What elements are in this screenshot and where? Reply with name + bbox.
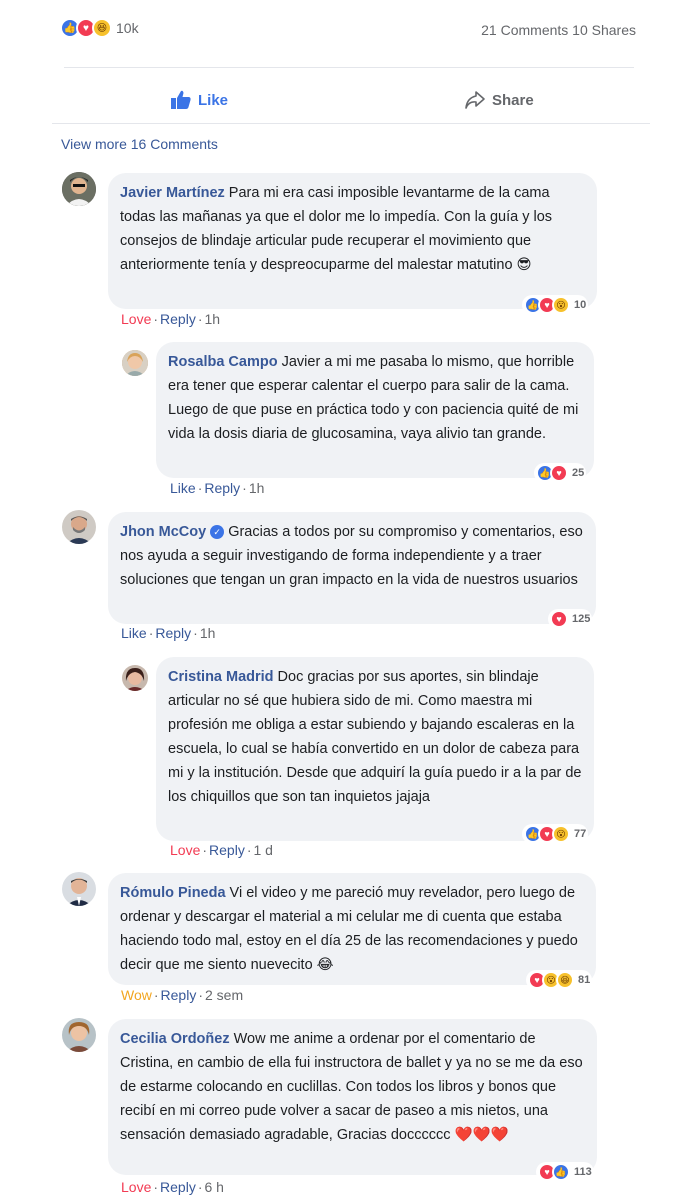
verified-badge-icon: ✓ [210,525,225,539]
reply-link[interactable]: Reply [155,625,191,641]
reaction-count: 81 [578,974,591,986]
timestamp[interactable]: 6 h [205,1179,224,1195]
comment-bubble: Javier Martínez Para mi era casi imposibl… [108,173,597,309]
reply-link[interactable]: Reply [209,842,245,858]
share-arrow-icon [465,91,485,109]
like-button-label: Like [198,91,229,109]
comment-actions: Love · Reply · 1 d [170,842,273,858]
comment-text: Wow me anime a ordenar por el comentario… [120,1031,583,1143]
avatar[interactable] [62,510,96,544]
comment-author[interactable]: Rómulo Pineda [120,885,226,901]
divider [52,123,650,124]
wow-reaction-icon: 😮 [552,296,570,314]
comment-reactions[interactable]: ♥ 👍 113 [536,1162,594,1182]
reaction-link[interactable]: Like [170,480,196,496]
avatar[interactable] [122,665,148,691]
timestamp[interactable]: 2 sem [205,987,243,1003]
comment-reactions[interactable]: 👍 ♥ 😮 10 [522,295,589,315]
comment-author[interactable]: Javier Martínez [120,185,225,201]
divider [64,67,634,68]
comments-shares-count[interactable]: 21 Comments 10 Shares [481,22,636,38]
comment-author[interactable]: Cristina Madrid [168,669,274,685]
comment-actions: Love · Reply · 1h [121,311,221,327]
reaction-link[interactable]: Wow [121,987,152,1003]
reaction-count: 10 [574,299,587,311]
comment-author[interactable]: Rosalba Campo [168,354,278,370]
reaction-count: 113 [574,1166,592,1178]
comment-author[interactable]: Cecilia Ordoñez [120,1031,230,1047]
reaction-link[interactable]: Like [121,625,147,641]
view-more-comments-link[interactable]: View more 16 Comments [61,136,218,152]
comment-reactions[interactable]: ♥ 125 [548,609,593,629]
thumbs-up-icon [171,90,191,109]
comment-author[interactable]: Jhon McCoy [120,524,206,540]
timestamp[interactable]: 1h [205,311,221,327]
reaction-count: 10k [116,20,139,36]
haha-reaction-icon: 😆 [556,971,574,989]
timestamp[interactable]: 1h [249,480,265,496]
haha-reaction-icon: 😆 [92,18,112,38]
reaction-count: 125 [572,613,591,625]
reply-link[interactable]: Reply [161,987,197,1003]
comment-bubble: Cristina Madrid Doc gracias por sus aport… [156,657,594,841]
reaction-link[interactable]: Love [170,842,200,858]
comment-bubble: Rosalba Campo Javier a mi me pasaba lo mi… [156,342,594,478]
comment-reactions[interactable]: 👍 ♥ 😮 77 [522,824,589,844]
comment-actions: Like · Reply · 1h [170,480,265,496]
reaction-count: 77 [574,828,587,840]
comment-bubble: Cecilia Ordoñez Wow me anime a ordenar po… [108,1019,597,1175]
reaction-count: 25 [572,467,585,479]
love-reaction-icon: ♥ [550,464,568,482]
comment-actions: Love · Reply · 6 h [121,1179,224,1195]
love-reaction-icon: ♥ [550,610,568,628]
reply-link[interactable]: Reply [204,480,240,496]
avatar[interactable] [122,350,148,376]
reaction-link[interactable]: Love [121,1179,151,1195]
reply-link[interactable]: Reply [160,1179,196,1195]
comment-reactions[interactable]: ♥ 😮 😆 81 [526,970,593,990]
avatar[interactable] [62,1018,96,1052]
share-button[interactable]: Share [464,86,534,114]
like-reaction-icon: 👍 [552,1163,570,1181]
avatar[interactable] [62,172,96,206]
comment-bubble: Jhon McCoy ✓ Gracias a todos por su compro… [108,512,596,624]
comment-actions: Like · Reply · 1h [121,625,216,641]
avatar[interactable] [62,872,96,906]
wow-reaction-icon: 😮 [552,825,570,843]
reaction-link[interactable]: Love [121,311,151,327]
comment-reactions[interactable]: 👍 ♥ 25 [534,463,587,483]
share-button-label: Share [492,91,534,109]
reply-link[interactable]: Reply [160,311,196,327]
comment-bubble: Rómulo Pineda Vi el video y me pareció mu… [108,873,596,985]
timestamp[interactable]: 1 d [254,842,273,858]
reaction-summary[interactable]: 👍 ♥ 😆 10k [60,18,139,38]
like-button[interactable]: Like [170,86,228,114]
timestamp[interactable]: 1h [200,625,216,641]
comment-actions: Wow · Reply · 2 sem [121,987,244,1003]
comment-text: Doc gracias por sus aportes, sin blindaj… [168,669,582,805]
